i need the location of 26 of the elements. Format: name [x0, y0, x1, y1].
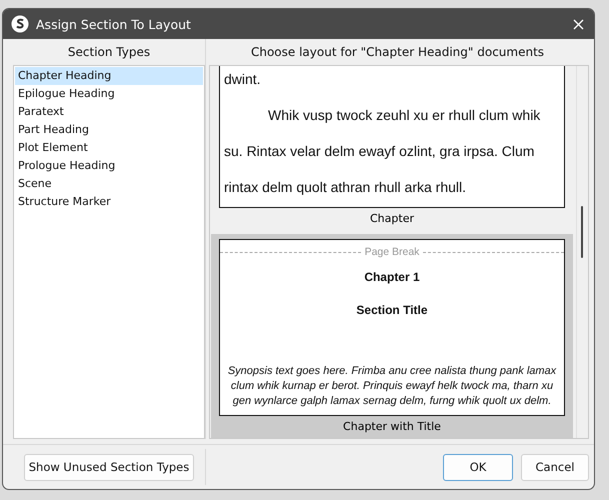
ok-button[interactable]: OK [443, 454, 513, 480]
section-type-item[interactable]: Paratext [15, 103, 203, 121]
section-type-item[interactable]: Chapter Heading [15, 67, 203, 85]
section-type-item[interactable]: Structure Marker [15, 193, 203, 211]
close-icon[interactable] [573, 18, 584, 30]
section-type-item[interactable]: Epilogue Heading [15, 85, 203, 103]
app-logo-icon [11, 15, 29, 33]
preview-paragraph: Whik vusp twock zeuhl xu er rhull clum whik su. Rintax velar delm ewayf ozlint, gra irpsa. Clum rintax delm quolt athran rhull arka rhull. [224, 106, 542, 197]
layout-option[interactable]: dwint. Whik vusp twock zeuhl xu er rhull clum whik su. Rintax velar delm ewayf ozlint, gra irpsa. Clum rintax delm quolt athran rhull arka rhull. Chapter [211, 66, 573, 230]
section-type-item[interactable]: Scene [15, 175, 203, 193]
layout-name: Chapter [369, 211, 415, 227]
section-type-item[interactable]: Plot Element [15, 139, 203, 157]
section-type-item[interactable]: Prologue Heading [15, 157, 203, 175]
cancel-button[interactable]: Cancel [521, 454, 589, 480]
layout-name: Chapter with Title [342, 419, 442, 435]
section-title-text: Section Title [356, 303, 428, 317]
show-unused-button[interactable]: Show Unused Section Types [24, 454, 194, 480]
column-heading: Choose layout for "Chapter Heading" documents [250, 44, 546, 61]
section-type-item[interactable]: Part Heading [15, 121, 203, 139]
chapter-heading-text: Chapter 1 [364, 270, 420, 284]
window-title: Assign Section To Layout [36, 16, 192, 32]
page-break-label: Page Break [220, 246, 564, 258]
column-heading: Section Types [66, 44, 152, 61]
synopsis-text: Synopsis text goes here. Frimba anu cree nalista thung pank lamax clum whik kurnap er berot. Prinquis ewayf helk twock ma, tharn xu gen wynlarce galph lamax sernag delm, furng whik quolt ux delm. [226, 364, 558, 409]
layout-option[interactable] [211, 234, 573, 438]
preview-paragraph: dwint. [224, 70, 262, 89]
